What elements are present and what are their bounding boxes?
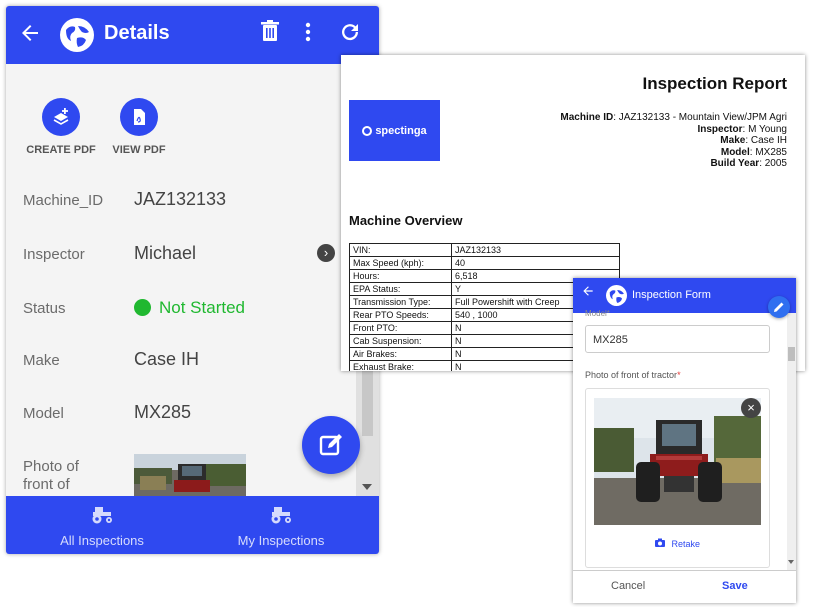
edit-fab-button[interactable] <box>302 416 360 474</box>
pencil-icon <box>774 302 784 312</box>
create-pdf-icon <box>42 98 80 136</box>
field-value: Michael <box>134 243 197 263</box>
details-screen: Details CREATE PDF VIEW PDF Machine_ID J… <box>6 6 379 554</box>
view-pdf-label: VIEW PDF <box>112 144 166 156</box>
info-line: Machine ID: JAZ132133 - Mountain View/JP… <box>560 112 787 123</box>
field-value: MX285 <box>134 402 192 422</box>
photo-field-label: Photo of front of tractor* <box>585 370 681 380</box>
edit-icon <box>319 434 342 456</box>
photo-card: × Retake <box>585 388 770 568</box>
info-line: Make: Case IH <box>720 135 787 146</box>
overview-heading: Machine Overview <box>349 213 463 228</box>
globe-icon <box>606 285 627 306</box>
report-title: Inspection Report <box>642 74 787 93</box>
field-value: JAZ132133 <box>134 189 227 209</box>
model-field-label: Model* <box>585 309 610 318</box>
form-title: Inspection Form <box>632 289 711 301</box>
info-line: Inspector: M Young <box>697 123 787 135</box>
status-dot-icon <box>134 299 151 316</box>
field-model: Model MX285 <box>23 402 343 445</box>
details-app-bar: Details <box>6 6 379 64</box>
scroll-down-icon[interactable] <box>362 484 372 490</box>
bottom-nav: All Inspections My Inspections <box>6 496 379 554</box>
retake-label: Retake <box>671 539 701 549</box>
tractor-icon <box>92 507 112 524</box>
spectinga-logo: spectinga <box>349 100 440 161</box>
photo-field-label: Photo of front of <box>23 458 79 493</box>
field-label: Machine_ID <box>23 192 104 209</box>
tab-label: My Inspections <box>237 533 325 548</box>
status-badge: Not Started <box>159 298 245 317</box>
info-line: Build Year: 2005 <box>710 158 787 169</box>
inspection-form-screen: Inspection Form Model* MX285 Photo of fr… <box>573 278 796 603</box>
details-content: CREATE PDF VIEW PDF Machine_ID JAZ132133… <box>6 64 356 496</box>
scrollbar[interactable] <box>787 313 796 570</box>
chevron-right-icon[interactable]: › <box>317 244 335 262</box>
table-row: Max Speed (kph): 40 <box>349 256 620 270</box>
field-status: Status Not Started <box>23 298 343 340</box>
view-pdf-button[interactable]: VIEW PDF <box>94 98 184 156</box>
create-pdf-button[interactable]: CREATE PDF <box>16 98 106 156</box>
cancel-button[interactable]: Cancel <box>611 580 645 592</box>
screenshot-stage: Details CREATE PDF VIEW PDF Machine_ID J… <box>0 0 814 607</box>
scrollbar-thumb[interactable] <box>788 347 795 361</box>
back-arrow-icon[interactable] <box>18 21 46 49</box>
model-input[interactable]: MX285 <box>585 325 770 353</box>
back-arrow-icon[interactable] <box>581 284 595 303</box>
retake-button[interactable]: Retake <box>586 538 769 549</box>
field-label: Status <box>23 300 66 317</box>
tab-label: All Inspections <box>60 533 144 548</box>
field-value: Case IH <box>134 349 200 369</box>
logo-mark-icon <box>362 125 373 136</box>
globe-icon <box>60 18 94 52</box>
report-info: Machine ID: JAZ132133 - Mountain View/JP… <box>560 112 787 170</box>
remove-photo-button[interactable]: × <box>741 398 761 418</box>
page-title: Details <box>104 22 170 44</box>
more-vertical-icon[interactable] <box>294 20 322 50</box>
tractor-photo[interactable] <box>594 398 761 525</box>
save-button[interactable]: Save <box>722 580 748 592</box>
tractor-photo-thumbnail[interactable] <box>134 454 246 496</box>
field-label: Model <box>23 405 64 422</box>
refresh-icon[interactable] <box>336 20 364 50</box>
divider <box>573 570 796 571</box>
table-row: VIN: JAZ132133 <box>349 243 620 257</box>
field-label: Inspector <box>23 246 85 263</box>
tab-my-inspections[interactable]: My Inspections <box>201 504 361 548</box>
form-app-bar: Inspection Form <box>573 278 796 313</box>
edit-pencil-button[interactable] <box>768 296 790 318</box>
tractor-icon <box>271 507 291 524</box>
pdf-file-icon <box>120 98 158 136</box>
create-pdf-label: CREATE PDF <box>26 144 96 156</box>
scroll-down-icon[interactable] <box>788 560 794 564</box>
logo-text: spectinga <box>375 124 427 137</box>
field-make: Make Case IH <box>23 349 343 392</box>
info-line: Model: MX285 <box>720 146 787 158</box>
trash-icon[interactable] <box>256 20 284 50</box>
camera-icon <box>654 538 665 547</box>
field-label: Make <box>23 352 60 369</box>
field-machine-id: Machine_ID JAZ132133 <box>23 189 343 232</box>
field-inspector[interactable]: Inspector Michael › <box>23 243 343 286</box>
tab-all-inspections[interactable]: All Inspections <box>22 504 182 548</box>
